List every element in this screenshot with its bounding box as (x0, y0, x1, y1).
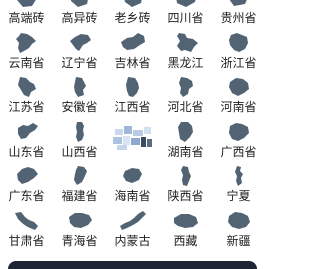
province-item[interactable]: 黑龙江 (159, 31, 212, 76)
province-item[interactable]: 宁夏 (212, 164, 265, 209)
province-label: 青海省 (61, 234, 97, 248)
province-label: 内蒙古 (114, 234, 150, 248)
province-label: 山东省 (8, 145, 44, 159)
province-map-icon (12, 0, 42, 10)
province-item[interactable]: 老乡砖 (106, 0, 159, 31)
jiangxi-map-icon (118, 75, 148, 99)
province-label: 高异砖 (61, 11, 97, 25)
hebei-map-icon (171, 75, 201, 99)
bottom-bar-panel (8, 261, 257, 269)
province-item[interactable]: 山西省 (53, 120, 106, 165)
xizang-map-icon (171, 209, 201, 233)
province-item[interactable]: 高异砖 (53, 0, 106, 31)
shaanxi-map-icon (171, 164, 201, 188)
hunan-map-icon (171, 120, 201, 144)
province-label: 江苏省 (8, 100, 44, 114)
jilin-map-icon (118, 31, 148, 55)
blurred-watermark (106, 120, 159, 165)
province-item[interactable]: 吉林省 (106, 31, 159, 76)
fujian-map-icon (65, 164, 95, 188)
jiangsu-map-icon (12, 75, 42, 99)
henan-map-icon (224, 75, 254, 99)
province-label: 新疆 (226, 234, 250, 248)
province-label: 广东省 (8, 189, 44, 203)
xinjiang-map-icon (224, 209, 254, 233)
province-item[interactable]: 新疆 (212, 209, 265, 254)
province-item[interactable]: 西藏 (159, 209, 212, 254)
province-label: 贵州省 (220, 11, 256, 25)
province-label: 山西省 (61, 145, 97, 159)
province-label: 陕西省 (167, 189, 203, 203)
province-map-icon (65, 0, 95, 10)
province-label: 辽宁省 (61, 56, 97, 70)
province-label: 河北省 (167, 100, 203, 114)
ningxia-map-icon (224, 164, 254, 188)
province-item[interactable]: 河北省 (159, 75, 212, 120)
province-label: 吉林省 (114, 56, 150, 70)
province-label: 黑龙江 (167, 56, 203, 70)
guangdong-map-icon (12, 164, 42, 188)
province-label: 西藏 (173, 234, 197, 248)
shanxi-map-icon (65, 120, 95, 144)
province-item[interactable]: 辽宁省 (53, 31, 106, 76)
province-item[interactable]: 山东省 (0, 120, 53, 165)
province-item[interactable]: 江苏省 (0, 75, 53, 120)
province-item[interactable]: 青海省 (53, 209, 106, 254)
province-item[interactable]: 四川省 (159, 0, 212, 31)
anhui-map-icon (65, 75, 95, 99)
province-item[interactable]: 广东省 (0, 164, 53, 209)
province-label: 海南省 (114, 189, 150, 203)
province-item[interactable]: 内蒙古 (106, 209, 159, 254)
guangxi-map-icon (224, 120, 254, 144)
province-label: 江西省 (114, 100, 150, 114)
province-label: 安徽省 (61, 100, 97, 114)
province-label: 广西省 (220, 145, 256, 159)
province-item[interactable]: 陕西省 (159, 164, 212, 209)
bottom-navigation-bar (0, 257, 265, 265)
province-label: 河南省 (220, 100, 256, 114)
zhejiang-map-icon (224, 31, 254, 55)
heilongjiang-map-icon (171, 31, 201, 55)
liaoning-map-icon (65, 31, 95, 55)
province-item[interactable]: 江西省 (106, 75, 159, 120)
province-label: 四川省 (167, 11, 203, 25)
province-item[interactable]: 海南省 (106, 164, 159, 209)
neimenggu-map-icon (118, 209, 148, 233)
province-label: 宁夏 (226, 189, 250, 203)
province-item[interactable]: 湖南省 (159, 120, 212, 165)
province-item[interactable]: 福建省 (53, 164, 106, 209)
province-item[interactable]: 安徽省 (53, 75, 106, 120)
province-label: 福建省 (61, 189, 97, 203)
province-label: 老乡砖 (114, 11, 150, 25)
province-grid: 高端砖 高异砖 老乡砖 四川省 贵州省 云南省 辽宁省 吉林省 黑龙江 浙江省 … (0, 0, 265, 254)
province-map-icon (171, 0, 201, 10)
shandong-map-icon (12, 120, 42, 144)
province-item[interactable]: 广西省 (212, 120, 265, 165)
yunnan-map-icon (12, 31, 42, 55)
province-item[interactable]: 贵州省 (212, 0, 265, 31)
gansu-map-icon (12, 209, 42, 233)
province-map-icon (224, 0, 254, 10)
province-label: 湖南省 (167, 145, 203, 159)
province-label: 云南省 (8, 56, 44, 70)
province-label: 甘肃省 (8, 234, 44, 248)
province-label: 浙江省 (220, 56, 256, 70)
province-item[interactable]: 高端砖 (0, 0, 53, 31)
province-item[interactable]: 浙江省 (212, 31, 265, 76)
qinghai-map-icon (65, 209, 95, 233)
province-item[interactable]: 云南省 (0, 31, 53, 76)
province-label: 高端砖 (8, 11, 44, 25)
province-item[interactable]: 甘肃省 (0, 209, 53, 254)
hainan-map-icon (118, 164, 148, 188)
province-map-icon (118, 0, 148, 10)
province-item[interactable]: 河南省 (212, 75, 265, 120)
